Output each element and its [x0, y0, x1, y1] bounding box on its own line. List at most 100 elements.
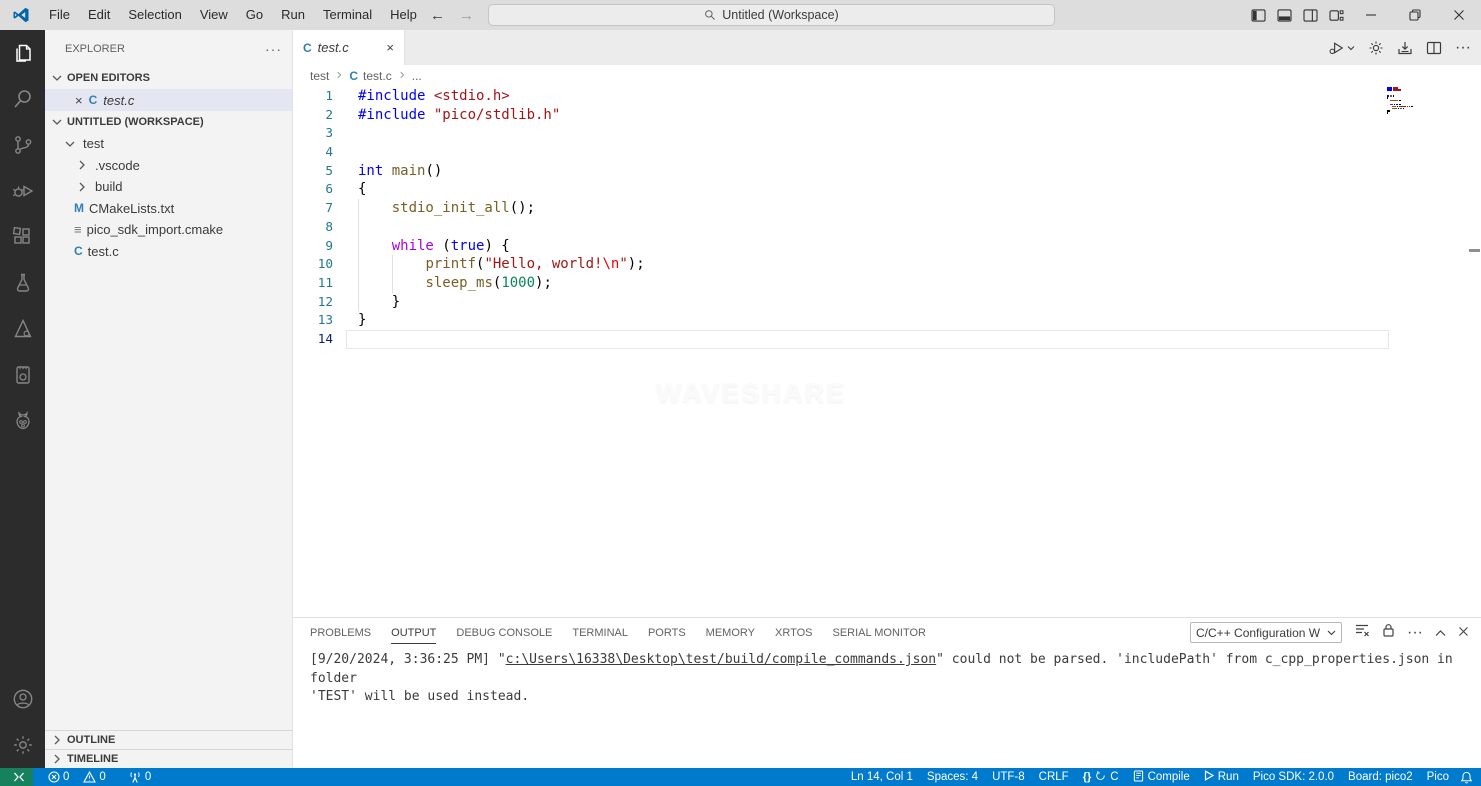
testing-icon[interactable] — [0, 260, 45, 306]
ports-cell[interactable]: 0 — [123, 768, 156, 786]
indent-guide — [358, 292, 359, 312]
warning-icon — [83, 771, 97, 783]
minimize-button[interactable] — [1349, 0, 1393, 30]
open-editor-item-test-c[interactable]: × C test.c — [45, 89, 292, 111]
status-pico-sdk[interactable]: Pico SDK: 2.0.0 — [1246, 768, 1341, 786]
panel-tab-serial-monitor[interactable]: SERIAL MONITOR — [832, 621, 926, 643]
panel-tab-output[interactable]: OUTPUT — [391, 621, 437, 644]
search-icon — [705, 10, 716, 20]
code-editor[interactable]: 1 #include <stdio.h> 2 #include "pico/stdli… — [293, 87, 1481, 617]
panel-tab-ports[interactable]: PORTS — [648, 621, 686, 643]
back-arrow-icon[interactable]: ← — [430, 7, 445, 24]
source-control-icon[interactable] — [0, 122, 45, 168]
cmake-icon[interactable] — [0, 306, 45, 352]
restore-button[interactable] — [1393, 0, 1437, 30]
panel-tab-xrtos[interactable]: XRTOS — [775, 621, 813, 643]
close-window-button[interactable] — [1437, 0, 1481, 30]
tree-item-pico-sdk-import-cmake[interactable]: ≡ pico_sdk_import.cmake — [45, 219, 292, 241]
extensions-icon[interactable] — [0, 214, 45, 260]
minimap[interactable] — [1387, 87, 1427, 116]
braces-icon: {} — [1082, 771, 1092, 783]
tree-item-cmakelists-txt[interactable]: M CMakeLists.txt — [45, 198, 292, 220]
status-indentation[interactable]: Spaces: 4 — [920, 768, 985, 786]
menu-terminal[interactable]: Terminal — [314, 0, 381, 30]
code-line-5: 5 int main() — [293, 162, 1481, 181]
output-channel-dropdown[interactable]: C/C++ Configuration W — [1190, 622, 1343, 643]
code-line-11: 11 sleep_ms(1000); — [293, 273, 1481, 293]
history-nav: ← → — [430, 0, 474, 30]
command-center-search[interactable]: Untitled (Workspace) — [488, 4, 1055, 26]
menu-file[interactable]: File — [40, 0, 79, 30]
breadcrumb-folder[interactable]: test — [310, 69, 329, 83]
output-file-link[interactable]: c:\Users\16338\Desktop\test/build/compil… — [506, 652, 936, 667]
panel-tab-problems[interactable]: PROBLEMS — [310, 621, 371, 643]
menu-run[interactable]: Run — [272, 0, 314, 30]
menu-selection[interactable]: Selection — [119, 0, 190, 30]
workspace-section[interactable]: UNTITLED (WORKSPACE) — [45, 111, 292, 133]
maximize-panel-icon[interactable] — [1435, 624, 1446, 642]
settings-icon[interactable] — [0, 722, 45, 768]
run-debug-file-button[interactable] — [1328, 40, 1355, 56]
lock-scroll-icon[interactable] — [1382, 623, 1395, 642]
editor-group: C test.c × ··· test Ctest.c... 1 #include … — [293, 30, 1481, 617]
tree-item-test[interactable]: test — [45, 133, 292, 155]
account-icon[interactable] — [0, 676, 45, 722]
explorer-icon[interactable] — [0, 30, 45, 76]
search-icon[interactable] — [0, 76, 45, 122]
more-actions-icon[interactable]: ··· — [1455, 39, 1471, 57]
toggle-secondary-sidebar-icon[interactable] — [1297, 0, 1323, 30]
close-tab-icon[interactable]: × — [386, 40, 394, 55]
warnings-cell[interactable]: 0 — [78, 768, 110, 786]
tab-test-c[interactable]: C test.c × — [293, 30, 405, 65]
status-cursor-position[interactable]: Ln 14, Col 1 — [844, 768, 920, 786]
close-editor-icon[interactable]: × — [75, 93, 83, 108]
breadcrumb-file[interactable]: test.c — [363, 69, 392, 83]
toggle-panel-icon[interactable] — [1271, 0, 1297, 30]
outline-section[interactable]: OUTLINE — [45, 730, 292, 749]
run-debug-icon[interactable] — [0, 168, 45, 214]
tree-item-build[interactable]: build — [45, 176, 292, 198]
split-editor-icon[interactable] — [1426, 40, 1442, 56]
status-compile[interactable]: Compile — [1126, 768, 1197, 786]
menu-edit[interactable]: Edit — [79, 0, 119, 30]
open-editors-section[interactable]: OPEN EDITORS — [45, 67, 292, 89]
scrollbar-marker[interactable] — [1469, 249, 1480, 252]
status-eol[interactable]: CRLF — [1032, 768, 1076, 786]
remote-indicator[interactable] — [0, 768, 33, 786]
explorer-more-actions-icon[interactable]: ··· — [265, 41, 282, 57]
status-language-mode[interactable]: {} C — [1076, 768, 1126, 786]
breadcrumb-symbol[interactable]: ... — [412, 69, 422, 83]
panel-tab-debug-console[interactable]: DEBUG CONSOLE — [456, 621, 552, 643]
menu-go[interactable]: Go — [237, 0, 272, 30]
menu-help[interactable]: Help — [381, 0, 426, 30]
timeline-section[interactable]: TIMELINE — [45, 749, 292, 768]
status-board[interactable]: Board: pico2 — [1341, 768, 1420, 786]
problems-status[interactable]: 0 0 0 — [33, 768, 156, 786]
errors-cell[interactable]: 0 — [43, 768, 74, 786]
toggle-sidebar-icon[interactable] — [1245, 0, 1271, 30]
close-panel-icon[interactable] — [1458, 624, 1469, 642]
menu-view[interactable]: View — [191, 0, 237, 30]
tree-item--vscode[interactable]: .vscode — [45, 155, 292, 177]
breadcrumb[interactable]: test Ctest.c... — [293, 65, 1481, 87]
clear-output-icon[interactable] — [1354, 623, 1370, 642]
tree-item-test-c[interactable]: Ctest.c — [45, 241, 292, 263]
flash-download-icon[interactable] — [1397, 40, 1413, 56]
play-icon — [1204, 770, 1214, 784]
c-file-icon: C — [349, 69, 359, 83]
panel-tab-terminal[interactable]: TERMINAL — [572, 621, 628, 643]
pico-board-icon[interactable] — [0, 352, 45, 398]
c-file-icon: C — [88, 93, 98, 107]
panel-more-icon[interactable]: ··· — [1407, 624, 1423, 642]
status-run[interactable]: Run — [1197, 768, 1246, 786]
settings-gear-icon[interactable] — [1368, 40, 1384, 56]
status-pico[interactable]: Pico — [1420, 768, 1456, 786]
title-bar: File Edit Selection View Go Run Terminal Help ←… — [0, 0, 1481, 30]
status-encoding[interactable]: UTF-8 — [985, 768, 1032, 786]
notifications-bell-icon[interactable] — [1456, 771, 1481, 784]
forward-arrow-icon[interactable]: → — [459, 7, 474, 24]
indent-guide — [391, 273, 393, 293]
raspberry-pi-icon[interactable] — [0, 398, 45, 444]
panel-tab-memory[interactable]: MEMORY — [706, 621, 755, 643]
customize-layout-icon[interactable] — [1323, 0, 1349, 30]
